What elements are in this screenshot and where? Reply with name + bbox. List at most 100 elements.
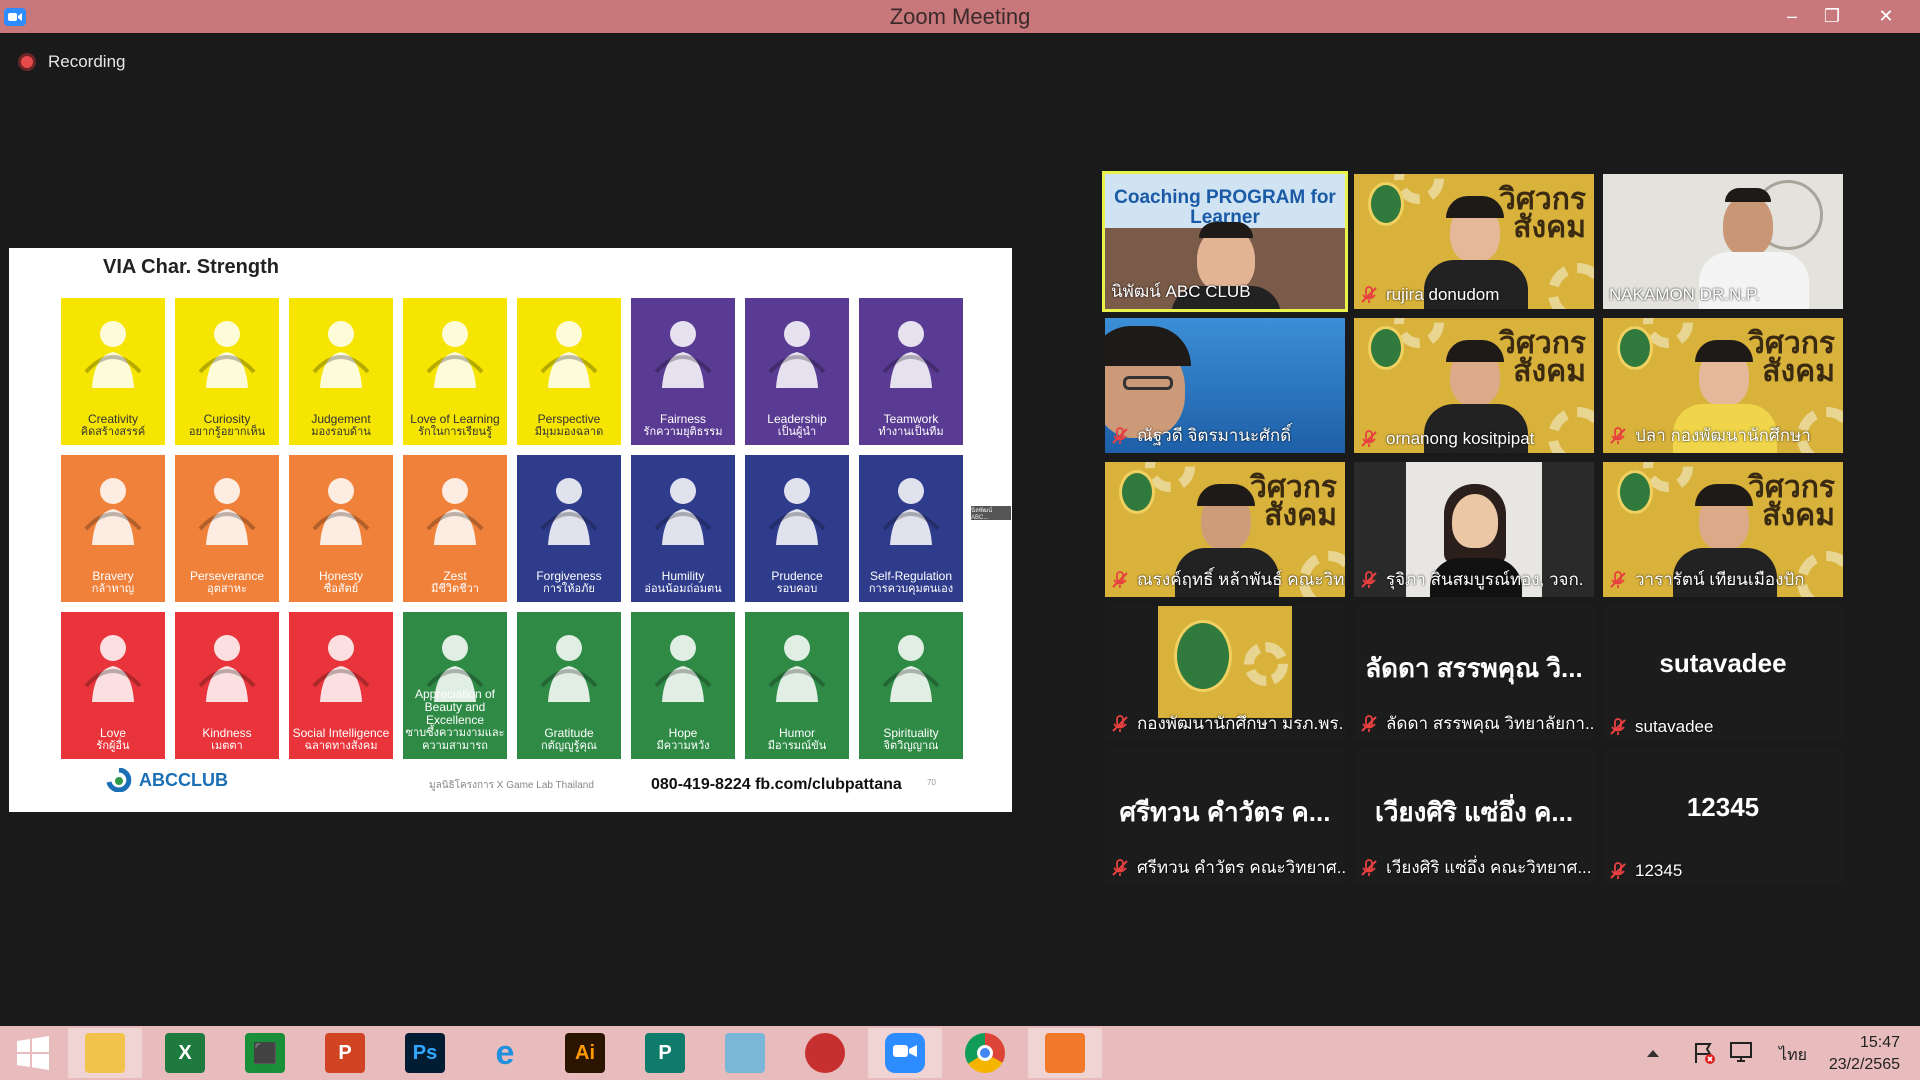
abc-club-logo: ABCCLUB — [105, 768, 228, 792]
strength-tile: Forgiveness การให้อภัย — [517, 455, 621, 602]
participant-tile[interactable]: sutavadee sutavadee — [1603, 606, 1843, 741]
participant-tile[interactable]: รุจิภา สินสมบูรณ์ทอง, วจก. — [1354, 462, 1594, 597]
photoscape-icon — [805, 1033, 845, 1073]
strength-name: Love of Learning — [410, 412, 500, 426]
taskbar-zoom[interactable] — [868, 1028, 942, 1078]
taskbar-powerpoint[interactable]: P — [308, 1028, 382, 1078]
participant-tile[interactable]: วิศวกร สังคม rujira donudom — [1354, 174, 1594, 309]
strength-tile: Social Intelligence ฉลาดทางสังคม — [289, 612, 393, 759]
recording-indicator[interactable]: Recording — [18, 52, 126, 72]
muted-mic-icon — [1111, 714, 1137, 733]
strength-tile: Love of Learning รักในการเรียนรู้ — [403, 298, 507, 445]
strength-tile: Humor มีอารมณ์ขัน — [745, 612, 849, 759]
participant-tile[interactable]: วิศวกร สังคม ornanong kositpipat — [1354, 318, 1594, 453]
strength-illustration-icon — [878, 312, 944, 392]
strength-illustration-icon — [308, 469, 374, 549]
strength-name-thai: ฉลาดทางสังคม — [304, 740, 378, 752]
strength-name: Creativity — [87, 412, 138, 426]
windows-icon — [17, 1036, 49, 1070]
participant-tile[interactable]: วิศวกร สังคม วารารัตน์ เทียนเมืองปัก — [1603, 462, 1843, 597]
strength-illustration-icon — [80, 469, 146, 549]
recording-label: Recording — [48, 52, 126, 71]
chrome-center-icon — [977, 1045, 993, 1061]
strength-tile: Prudence รอบคอบ — [745, 455, 849, 602]
strength-name: Honesty — [318, 569, 364, 583]
clock[interactable]: 15:47 23/2/2565 — [1829, 1032, 1900, 1076]
strength-tile: Appreciation of Beauty and Excellenceซาบ… — [403, 612, 507, 759]
notification-flag-icon[interactable] — [1684, 1028, 1724, 1078]
participant-tile[interactable]: เวียงศิริ แซ่อึ่ง ค... เวียงศิริ แซ่อึ่ง … — [1354, 750, 1594, 885]
strength-illustration-icon — [536, 312, 602, 392]
strength-name: Social Intelligence — [292, 726, 390, 740]
participant-name-label: นิพัฒน์ ABC CLUB — [1111, 278, 1251, 305]
participant-tile[interactable]: NAKAMON DR.N.P. — [1603, 174, 1843, 309]
file-explorer-icon — [85, 1033, 125, 1073]
participant-tile[interactable]: Coaching PROGRAM for Learner นิพัฒน์ ABC … — [1102, 171, 1348, 312]
strength-tile: Perspective มีมุมมองฉลาด — [517, 298, 621, 445]
participant-name: ณัฐวดี จิตรมานะศักดิ์ — [1137, 426, 1292, 445]
strength-tile: Curiosity อยากรู้อยากเห็น — [175, 298, 279, 445]
taskbar-chrome[interactable] — [948, 1028, 1022, 1078]
taskbar-publisher[interactable]: P — [628, 1028, 702, 1078]
taskbar-internet-explorer[interactable]: e — [468, 1028, 542, 1078]
strength-name: Love — [99, 726, 127, 740]
strength-illustration-icon — [422, 312, 488, 392]
strength-tile: Honesty ซื่อสัตย์ — [289, 455, 393, 602]
clock-time: 15:47 — [1859, 1034, 1900, 1051]
strength-name-thai: อ่อนน้อมถ่อมตน — [644, 583, 722, 595]
muted-mic-icon — [1609, 862, 1635, 880]
close-button[interactable]: ✕ — [1866, 0, 1906, 33]
taskbar-photoscape[interactable] — [788, 1028, 862, 1078]
muted-mic-icon — [1111, 570, 1137, 589]
strength-illustration-icon — [764, 626, 830, 706]
participant-tile[interactable]: 12345 12345 — [1603, 750, 1843, 885]
start-button[interactable] — [0, 1028, 66, 1078]
language-indicator[interactable]: ไทย — [1779, 1043, 1807, 1068]
virtual-bg-wordmark: วิศวกร สังคม — [1498, 183, 1586, 244]
strength-name: Curiosity — [203, 412, 251, 426]
network-icon[interactable] — [1722, 1028, 1762, 1078]
strength-tile: Love รักผู้อื่น — [61, 612, 165, 759]
chevron-up-icon — [1647, 1050, 1659, 1057]
clock-date: 23/2/2565 — [1828, 1056, 1900, 1073]
taskbar-excel[interactable]: X — [148, 1028, 222, 1078]
participant-tile[interactable]: วิศวกร สังคม ณรงค์ฤทธิ์ หล้าพันธ์ คณะวิทย… — [1105, 462, 1345, 597]
strength-illustration-icon — [80, 626, 146, 706]
strength-illustration-icon — [308, 626, 374, 706]
strength-name-thai: ซื่อสัตย์ — [323, 583, 359, 595]
participant-tile[interactable]: ณัฐวดี จิตรมานะศักดิ์ — [1105, 318, 1345, 453]
strength-name: Humor — [778, 726, 815, 740]
taskbar-file-explorer[interactable] — [68, 1028, 142, 1078]
strength-name: Bravery — [92, 569, 134, 583]
participant-tile[interactable]: ลัดดา สรรพคุณ วิ... ลัดดา สรรพคุณ วิทยาลั… — [1354, 606, 1594, 741]
strength-tile: Gratitude กตัญญูรู้คุณ — [517, 612, 621, 759]
illustrator-icon: Ai — [565, 1033, 605, 1073]
strength-tile: Zest มีชีวิตชีวา — [403, 455, 507, 602]
strength-tile: Fairness รักความยุติธรรม — [631, 298, 735, 445]
virtual-bg-wordmark: วิศวกร สังคม — [1747, 471, 1835, 532]
participant-tile[interactable]: วิศวกร สังคม ปลา กองพัฒนานักศึกษา — [1603, 318, 1843, 453]
strength-name-thai: ซาบซึ้งความงามและความสามารถ — [405, 727, 505, 752]
strength-name-thai: เป็นผู้นำ — [777, 426, 817, 438]
taskbar-photoshop[interactable]: Ps — [388, 1028, 462, 1078]
strength-name: Forgiveness — [536, 569, 602, 583]
participant-tile[interactable]: กองพัฒนานักศึกษา มรภ.พร... — [1105, 606, 1345, 741]
restore-button[interactable]: ❐ — [1812, 0, 1852, 33]
zoom-icon — [885, 1033, 925, 1073]
taskbar-store[interactable]: ⬛ — [228, 1028, 302, 1078]
taskbar-illustrator[interactable]: Ai — [548, 1028, 622, 1078]
strength-tile: Bravery กล้าหาญ — [61, 455, 165, 602]
minimize-button[interactable]: – — [1772, 0, 1812, 33]
strength-illustration-icon — [422, 626, 488, 706]
photoshop-icon: Ps — [405, 1033, 445, 1073]
strength-name: Spirituality — [883, 726, 939, 740]
slide-title: VIA Char. Strength — [103, 256, 279, 278]
taskbar-notepad[interactable] — [708, 1028, 782, 1078]
tray-overflow-button[interactable] — [1618, 1028, 1688, 1078]
participant-tile[interactable]: ศรีทวน คำวัตร ค... ศรีทวน คำวัตร คณะวิทยา… — [1105, 750, 1345, 885]
taskbar-image-app[interactable] — [1028, 1028, 1102, 1078]
participant-name-label: sutavadee — [1609, 717, 1713, 737]
powerpoint-icon: P — [325, 1033, 365, 1073]
strength-name-thai: อยากรู้อยากเห็น — [188, 426, 266, 438]
participant-name: ศรีทวน คำวัตร คณะวิทยาศ... — [1137, 858, 1345, 877]
